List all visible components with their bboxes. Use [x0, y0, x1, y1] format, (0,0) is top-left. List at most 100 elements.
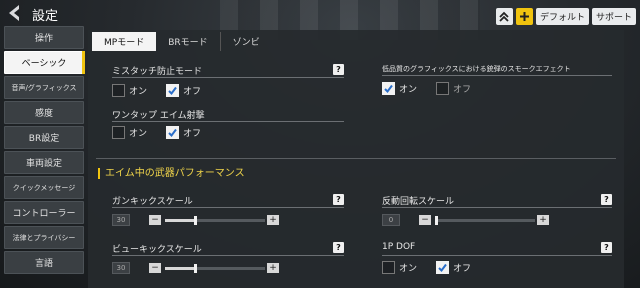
option-label: オン — [399, 85, 418, 95]
default-button[interactable]: デフォルト — [535, 8, 589, 25]
checkbox-checked — [166, 84, 179, 97]
sidebar-item-controller[interactable]: コントローラー — [4, 201, 84, 224]
checkmark-icon — [168, 86, 177, 96]
sidebar-item-vehicle[interactable]: 車両設定 — [4, 151, 84, 174]
section-title: エイム中の武器パフォーマンス — [98, 168, 245, 179]
help-icon[interactable]: ? — [333, 242, 344, 253]
double-chevron-up-icon — [499, 11, 510, 22]
sidebar-item-sensitivity[interactable]: 感度 — [4, 101, 84, 124]
checkbox — [112, 84, 125, 97]
sidebar-item-label: 操作 — [34, 34, 53, 44]
setting-label: 反動回転スケール — [382, 197, 455, 207]
sidebar-item-label: 音声/グラフィックス — [11, 83, 77, 92]
sidebar-item-language[interactable]: 言語 — [4, 251, 84, 274]
option-label: オン — [129, 87, 148, 97]
decrease-button[interactable]: − — [419, 215, 431, 225]
onetap-off-option[interactable]: オフ — [166, 126, 201, 139]
slider-fill — [165, 219, 195, 222]
help-icon[interactable]: ? — [333, 194, 344, 205]
option-label: オン — [399, 264, 418, 274]
slider-thumb[interactable] — [194, 264, 197, 273]
top-actions: デフォルト サポート — [495, 8, 636, 25]
checkbox — [436, 82, 449, 95]
slider-thumb[interactable] — [435, 216, 438, 225]
setting-label: 1P DOF — [382, 242, 416, 252]
checkmark-icon — [168, 128, 177, 138]
misstouch-on-option[interactable]: オン — [112, 84, 147, 97]
checkbox-checked — [436, 261, 449, 274]
value-display: 0 — [382, 214, 400, 226]
divider-line — [382, 75, 612, 76]
setting-label: ワンタップ エイム射撃 — [112, 111, 205, 121]
misstouch-off-option[interactable]: オフ — [166, 84, 201, 97]
sidebar-item-label: ベーシック — [21, 59, 67, 69]
add-button[interactable] — [515, 8, 533, 25]
back-button[interactable] — [4, 2, 26, 24]
sidebar-item-label: 感度 — [34, 109, 53, 119]
sidebar-item-label: 法律とプライバシー — [12, 233, 76, 242]
slider-thumb[interactable] — [194, 216, 197, 225]
help-icon[interactable]: ? — [601, 194, 612, 205]
slider-track[interactable] — [165, 264, 265, 273]
sidebar-item-label: BR設定 — [28, 134, 60, 144]
dof-off-option[interactable]: オフ — [436, 261, 471, 274]
tab-zombie[interactable]: ゾンビ — [221, 32, 272, 51]
smoke-effect-setting: 低品質のグラフィックスにおける銃弾のスモークエフェクト オン オフ — [382, 64, 612, 104]
sidebar-item-quick-message[interactable]: クイックメッセージ — [4, 176, 84, 199]
checkbox-checked — [166, 126, 179, 139]
section-divider — [96, 158, 616, 159]
checkbox-checked — [382, 82, 395, 95]
smoke-off-option[interactable]: オフ — [436, 82, 471, 95]
option-label: オフ — [453, 85, 472, 95]
divider-line — [112, 255, 344, 256]
tab-mp-mode[interactable]: MPモード — [92, 32, 157, 51]
smoke-on-option[interactable]: オン — [382, 82, 417, 95]
divider-line — [112, 77, 344, 78]
setting-label: ビューキックスケール — [112, 245, 202, 255]
slider-track[interactable] — [165, 216, 265, 225]
value-display: 30 — [112, 262, 130, 274]
back-arrow-icon — [9, 5, 19, 21]
divider-line — [112, 121, 344, 122]
increase-button[interactable]: + — [267, 215, 279, 225]
sidebar-item-controls[interactable]: 操作 — [4, 26, 84, 49]
value-display: 30 — [112, 214, 130, 226]
dof-on-option[interactable]: オン — [382, 261, 417, 274]
page-title: 設定 — [32, 9, 59, 24]
onetap-setting: ワンタップ エイム射撃 オン オフ — [112, 108, 344, 148]
misstouch-setting: ミスタッチ防止モード ? オン オフ — [112, 64, 344, 104]
slider-track[interactable] — [435, 216, 535, 225]
increase-button[interactable]: + — [537, 215, 549, 225]
view-kick-setting: ビューキックスケール ? 30 − + — [112, 242, 344, 282]
sidebar-item-label: コントローラー — [12, 209, 76, 219]
sidebar-item-basic[interactable]: ベーシック — [4, 51, 85, 74]
setting-label: 低品質のグラフィックスにおける銃弾のスモークエフェクト — [382, 65, 571, 73]
support-button[interactable]: サポート — [591, 8, 636, 25]
option-label: オフ — [183, 87, 202, 97]
checkbox — [382, 261, 395, 274]
checkmark-icon — [438, 263, 447, 273]
help-icon[interactable]: ? — [333, 64, 344, 75]
sidebar-item-audio-graphics[interactable]: 音声/グラフィックス — [4, 76, 84, 99]
option-label: オフ — [183, 129, 202, 139]
settings-panel: MPモード BRモード ゾンビ ミスタッチ防止モード ? オン オフ ワンタップ… — [88, 30, 624, 288]
sidebar-item-label: 言語 — [34, 259, 53, 269]
tab-br-mode[interactable]: BRモード — [156, 32, 221, 51]
decrease-button[interactable]: − — [149, 215, 161, 225]
option-label: オフ — [453, 264, 472, 274]
sidebar-item-br-settings[interactable]: BR設定 — [4, 126, 84, 149]
collapse-button[interactable] — [495, 8, 513, 25]
option-label: オン — [129, 129, 148, 139]
sidebar: 操作 ベーシック 音声/グラフィックス 感度 BR設定 車両設定 クイックメッセ… — [4, 26, 85, 276]
divider-line — [112, 207, 344, 208]
sidebar-item-legal-privacy[interactable]: 法律とプライバシー — [4, 226, 84, 249]
checkbox — [112, 126, 125, 139]
recoil-rotation-setting: 反動回転スケール ? 0 − + — [382, 194, 612, 234]
plus-icon — [519, 12, 529, 21]
decrease-button[interactable]: − — [149, 263, 161, 273]
help-icon[interactable]: ? — [601, 242, 612, 253]
onetap-on-option[interactable]: オン — [112, 126, 147, 139]
setting-label: ミスタッチ防止モード — [112, 67, 203, 77]
dof-setting: 1P DOF ? オン オフ — [382, 242, 612, 282]
increase-button[interactable]: + — [267, 263, 279, 273]
